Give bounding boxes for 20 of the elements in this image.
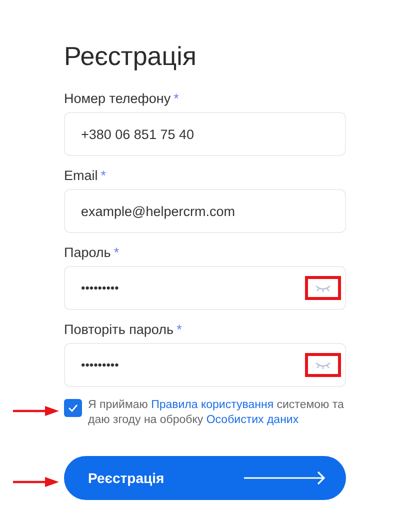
terms-link[interactable]: Правила користування — [151, 399, 274, 411]
input-field[interactable]: +380 06 851 75 40 — [64, 112, 346, 156]
field-label: Номер телефону * — [64, 90, 180, 108]
pointer-arrow — [13, 406, 59, 416]
arrow-icon — [244, 471, 326, 485]
page-title: Реєстрація — [64, 40, 198, 73]
field-label: Пароль * — [64, 244, 120, 262]
consent-text: Я приймаю Правила користування системою та даю згоду на обробку Особистих даних — [88, 398, 345, 428]
input-field[interactable]: example@helpercrm.com — [64, 189, 346, 233]
eye-closed-icon[interactable] — [315, 361, 331, 369]
eye-closed-icon[interactable] — [315, 284, 331, 292]
field-label: Повторіть пароль * — [64, 321, 183, 339]
field-label: Email * — [64, 167, 108, 185]
input-field[interactable]: ••••••••• — [64, 266, 346, 310]
register-button[interactable]: Реєстрація — [64, 456, 346, 500]
input-field[interactable]: ••••••••• — [64, 343, 346, 387]
pointer-arrow — [13, 477, 59, 487]
checkbox[interactable] — [64, 399, 82, 417]
terms-link[interactable]: Особистих даних — [206, 414, 299, 426]
check-icon — [68, 404, 78, 412]
